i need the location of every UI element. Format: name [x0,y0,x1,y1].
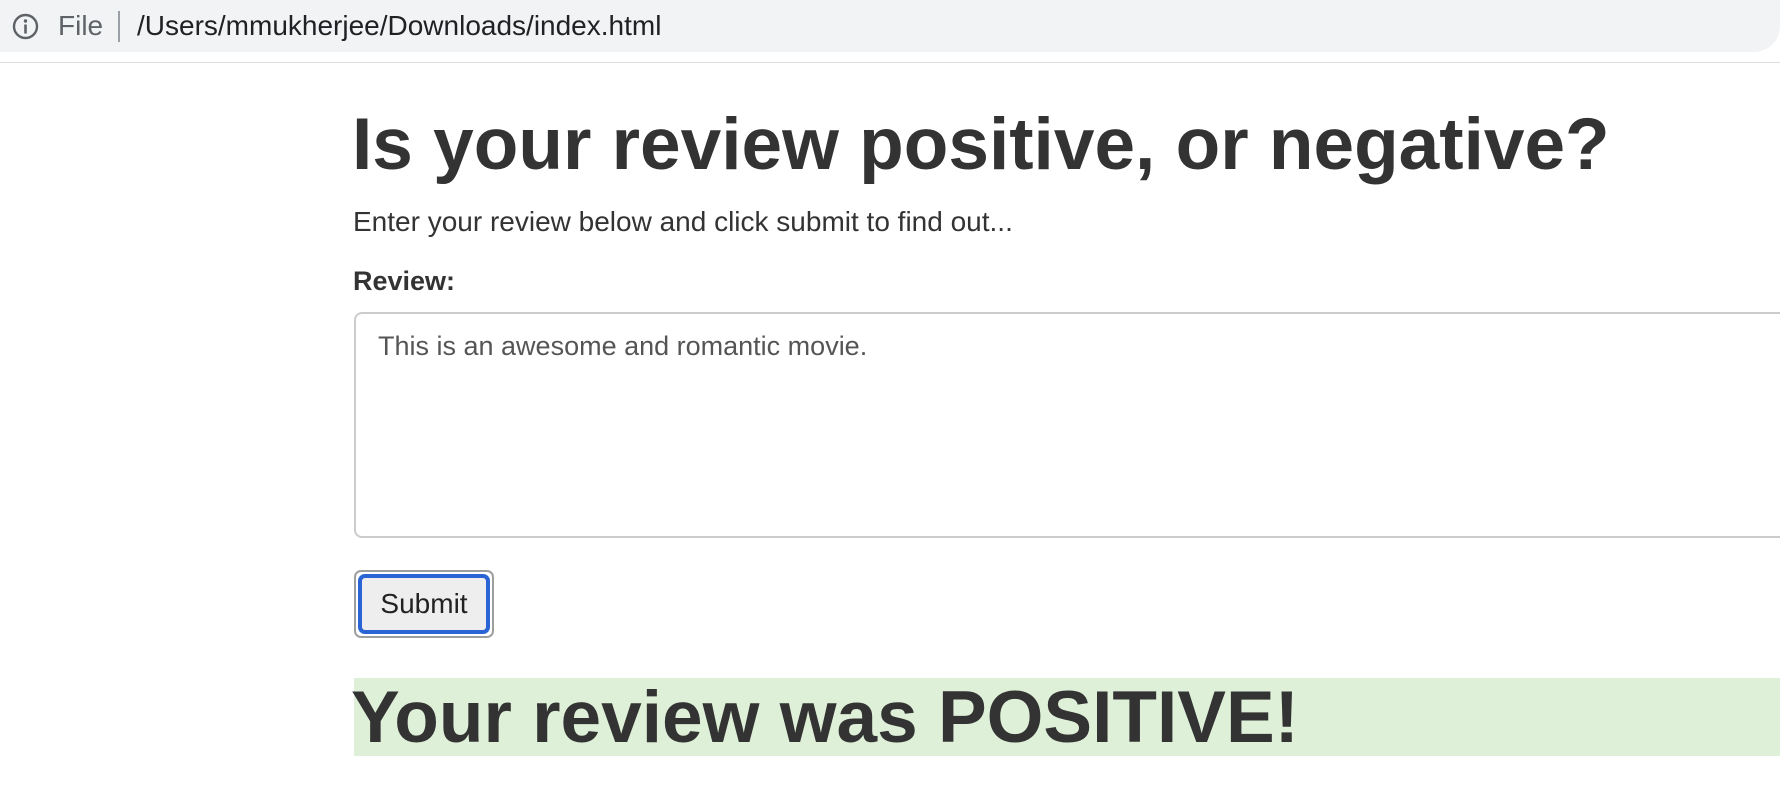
info-circle-icon[interactable] [12,13,39,40]
url-text[interactable]: /Users/mmukherjee/Downloads/index.html [137,10,661,42]
result-message: Your review was POSITIVE! [351,677,1299,758]
review-label: Review: [353,266,456,296]
browser-address-bar[interactable]: File /Users/mmukherjee/Downloads/index.h… [0,0,1780,52]
url-scheme-label: File [58,10,104,41]
page-title: Is your review positive, or negative? [352,104,1610,185]
toolbar-divider [0,62,1780,63]
submit-button[interactable]: Submit [358,574,490,634]
page-subtitle: Enter your review below and click submit… [353,206,1013,237]
review-textarea[interactable]: This is an awesome and romantic movie. [354,312,1780,538]
address-bar-divider [118,11,120,42]
